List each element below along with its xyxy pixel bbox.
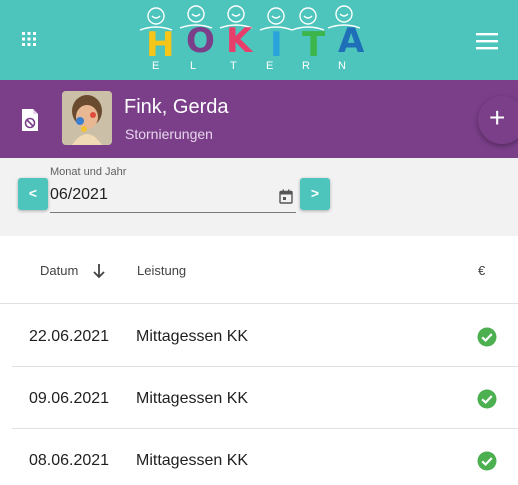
- table-row[interactable]: 08.06.2021 Mittagessen KK: [12, 429, 518, 485]
- row-date: 09.06.2021: [29, 390, 110, 407]
- sort-descending-icon[interactable]: [92, 263, 106, 279]
- column-header-service: Leistung: [137, 263, 187, 278]
- previous-month-button[interactable]: <: [18, 178, 48, 210]
- logo-subtitle-letter: E: [266, 60, 275, 72]
- check-circle-icon: [477, 389, 497, 409]
- month-input[interactable]: 06/2021: [50, 186, 108, 204]
- row-service: Mittagessen KK: [136, 390, 249, 407]
- child-name: Fink, Gerda: [124, 96, 229, 118]
- chevron-right-icon: >: [310, 185, 320, 201]
- logo-subtitle-letter: L: [190, 60, 198, 72]
- calendar-icon[interactable]: [279, 189, 293, 204]
- logo-letter: T: [302, 25, 326, 62]
- document-cancel-icon[interactable]: [20, 108, 40, 132]
- profile-bar: Fink, Gerda Stornierungen +: [0, 80, 518, 158]
- logo-letter: A: [338, 21, 365, 61]
- logo-subtitle-letter: N: [338, 60, 347, 72]
- row-date: 08.06.2021: [29, 452, 110, 469]
- hamburger-menu-icon[interactable]: [474, 30, 502, 54]
- logo-subtitle-letter: T: [230, 60, 238, 72]
- app-header: HOKITA ELTERN: [0, 0, 518, 80]
- column-header-amount: €: [478, 263, 486, 278]
- logo-subtitle-letter: R: [302, 60, 311, 72]
- check-circle-icon: [477, 451, 497, 471]
- apps-grid-icon[interactable]: [22, 32, 44, 54]
- row-service: Mittagessen KK: [136, 328, 249, 345]
- logo-letter: K: [226, 21, 254, 61]
- logo-subtitle-letter: E: [152, 60, 161, 72]
- logo-letter: O: [186, 21, 215, 61]
- month-field-label: Monat und Jahr: [50, 166, 127, 178]
- logo-letter: H: [146, 25, 174, 62]
- hokita-logo: HOKITA ELTERN: [130, 4, 370, 76]
- table-header: Datum Leistung €: [0, 236, 518, 304]
- next-month-button[interactable]: >: [300, 178, 330, 210]
- month-input-underline: [50, 212, 296, 213]
- row-service: Mittagessen KK: [136, 452, 249, 469]
- table-row[interactable]: 09.06.2021 Mittagessen KK: [12, 367, 518, 429]
- avatar[interactable]: [62, 91, 112, 145]
- table-row[interactable]: 22.06.2021 Mittagessen KK: [12, 305, 518, 367]
- check-circle-icon: [477, 327, 497, 347]
- chevron-left-icon: <: [28, 185, 38, 201]
- plus-icon: +: [489, 102, 506, 133]
- add-button[interactable]: +: [478, 96, 518, 144]
- logo-letter: I: [270, 25, 283, 62]
- column-header-date[interactable]: Datum: [40, 263, 78, 278]
- page-subtitle: Stornierungen: [125, 126, 213, 142]
- month-selector: < Monat und Jahr 06/2021 >: [0, 158, 518, 236]
- row-date: 22.06.2021: [29, 328, 110, 345]
